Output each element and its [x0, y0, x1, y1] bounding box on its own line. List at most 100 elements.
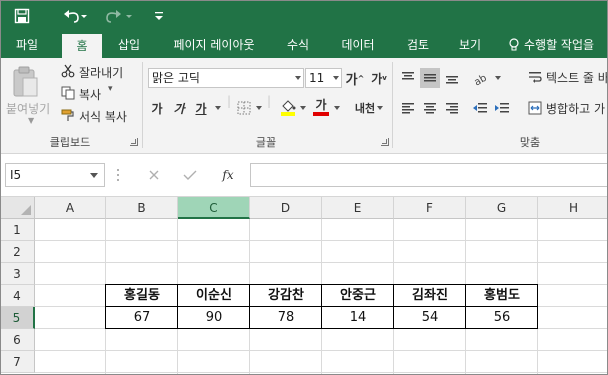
separator: | [227, 94, 232, 108]
customize-qat-icon[interactable] [150, 5, 168, 27]
copy-button[interactable]: 복사 [79, 86, 101, 103]
orientation-dropdown-icon[interactable] [492, 68, 502, 88]
fill-color-icon[interactable] [279, 96, 297, 118]
tab-view[interactable]: 보기 [450, 32, 490, 58]
column-header-a[interactable]: A [35, 197, 106, 219]
score-cell[interactable]: 14 [322, 307, 394, 329]
column-header-d[interactable]: D [250, 197, 322, 219]
column-header-f[interactable]: F [394, 197, 466, 219]
decrease-indent-icon[interactable] [470, 98, 490, 118]
tab-home[interactable]: 홈 [62, 34, 102, 58]
name-cell[interactable]: 강감찬 [250, 285, 322, 307]
formula-bar-grip-icon[interactable] [116, 167, 120, 183]
align-center-icon[interactable] [420, 98, 440, 118]
paste-dropdown-icon[interactable]: ▼ [28, 116, 34, 125]
fill-color-dropdown-icon[interactable] [297, 98, 307, 118]
orientation-icon[interactable]: ab [470, 68, 492, 88]
score-cell[interactable]: 90 [178, 307, 250, 329]
group-divider [392, 62, 393, 148]
grow-font-button[interactable]: 가 ^ [345, 68, 365, 88]
column-header-h[interactable]: H [538, 197, 608, 219]
cancel-icon[interactable] [144, 165, 164, 185]
tab-page-layout[interactable]: 페이지 레이아웃 [164, 32, 264, 58]
name-cell[interactable]: 홍범도 [466, 285, 538, 307]
score-cell[interactable]: 78 [250, 307, 322, 329]
underline-button[interactable]: 가 [192, 98, 210, 118]
increase-indent-icon[interactable] [492, 98, 512, 118]
formula-input[interactable] [250, 163, 608, 187]
phonetic-button[interactable]: 내천 [354, 98, 384, 118]
font-dialog-launcher-icon[interactable] [381, 138, 389, 146]
font-color-button[interactable]: 가 [312, 96, 330, 118]
row-header-7[interactable]: 7 [0, 351, 35, 373]
tab-review[interactable]: 검토 [398, 32, 438, 58]
formula-bar: I5 fx [0, 155, 608, 197]
row-header-3[interactable]: 3 [0, 263, 35, 285]
redo-icon[interactable] [104, 5, 136, 27]
wrap-text-button[interactable]: 텍스트 줄 바 [546, 69, 608, 86]
row-header-2[interactable]: 2 [0, 241, 35, 263]
name-cell[interactable]: 홍길동 [106, 285, 178, 307]
tab-formulas[interactable]: 수식 [278, 32, 318, 58]
column-header-c[interactable]: C [178, 197, 250, 219]
cut-button[interactable]: 잘라내기 [79, 64, 123, 81]
name-cell[interactable]: 이순신 [178, 285, 250, 307]
borders-dropdown-icon[interactable] [253, 98, 263, 118]
alignment-group-label: 맞춤 [519, 136, 541, 149]
middle-align-icon[interactable] [420, 68, 440, 88]
title-bar [0, 0, 608, 32]
underline-dropdown-icon[interactable] [212, 98, 222, 118]
align-left-icon[interactable] [398, 98, 418, 118]
table-border [177, 285, 178, 329]
shrink-font-glyph: 가 [371, 71, 383, 86]
tell-me-box[interactable]: 수행할 작업을 [508, 32, 594, 58]
format-painter-button[interactable]: 서식 복사 [79, 108, 127, 125]
ribbon-home: 붙여넣기 ▼ 잘라내기 복사 ▾ 서식 복사 클립보드 맑은 고딕 11 가 ^ … [0, 58, 608, 154]
worksheet-grid[interactable]: ABCDEFGH 1234567 홍길동 이순신 강감찬 안중근 김좌진 홍범도 67 90 7… [0, 197, 608, 375]
tab-file[interactable]: 파일 [6, 32, 48, 58]
row-header-6[interactable]: 6 [0, 329, 35, 351]
insert-function-button[interactable]: fx [218, 165, 238, 185]
shrink-font-button[interactable]: 가v [370, 68, 388, 88]
font-color-swatch [313, 112, 329, 116]
name-box[interactable]: I5 [5, 163, 105, 187]
row-header-5[interactable]: 5 [0, 307, 35, 329]
save-icon[interactable] [10, 5, 34, 27]
align-right-icon[interactable] [442, 98, 462, 118]
score-cell[interactable]: 67 [106, 307, 178, 329]
column-header-e[interactable]: E [322, 197, 394, 219]
column-header-g[interactable]: G [466, 197, 538, 219]
score-cell[interactable]: 54 [394, 307, 466, 329]
italic-button[interactable]: 가 [170, 98, 188, 118]
paste-icon[interactable] [10, 64, 40, 100]
score-cell[interactable]: 56 [466, 307, 538, 329]
undo-icon[interactable] [58, 5, 92, 27]
merge-center-button[interactable]: 병합하고 가 [546, 100, 605, 117]
select-all-button[interactable] [0, 197, 35, 219]
merge-center-icon [527, 99, 543, 117]
separator: | [267, 94, 272, 108]
font-color-dropdown-icon[interactable] [331, 98, 341, 118]
font-group-label: 글꼴 [255, 136, 277, 149]
name-cell[interactable]: 김좌진 [394, 285, 466, 307]
font-name-dropdown[interactable]: 맑은 고딕 [148, 68, 304, 88]
scissors-icon [60, 63, 76, 79]
font-size-value: 11 [309, 71, 325, 85]
tab-data[interactable]: 데이터 [332, 32, 384, 58]
svg-text:ab: ab [472, 73, 488, 86]
top-align-icon[interactable] [398, 68, 418, 88]
bold-button[interactable]: 가 [148, 98, 166, 118]
grow-font-glyph: 가 [345, 72, 358, 88]
copy-dropdown-icon[interactable]: ▾ [108, 84, 113, 94]
bottom-align-icon[interactable] [442, 68, 462, 88]
row-header-4[interactable]: 4 [0, 285, 35, 307]
paste-button-label[interactable]: 붙여넣기 [6, 100, 50, 117]
clipboard-dialog-launcher-icon[interactable] [130, 138, 138, 146]
font-size-dropdown[interactable]: 11 [305, 68, 342, 88]
column-header-b[interactable]: B [106, 197, 178, 219]
name-cell[interactable]: 안중근 [322, 285, 394, 307]
borders-icon[interactable] [236, 98, 252, 118]
row-header-1[interactable]: 1 [0, 219, 35, 241]
tab-insert[interactable]: 삽입 [108, 32, 150, 58]
enter-check-icon[interactable] [180, 165, 200, 185]
